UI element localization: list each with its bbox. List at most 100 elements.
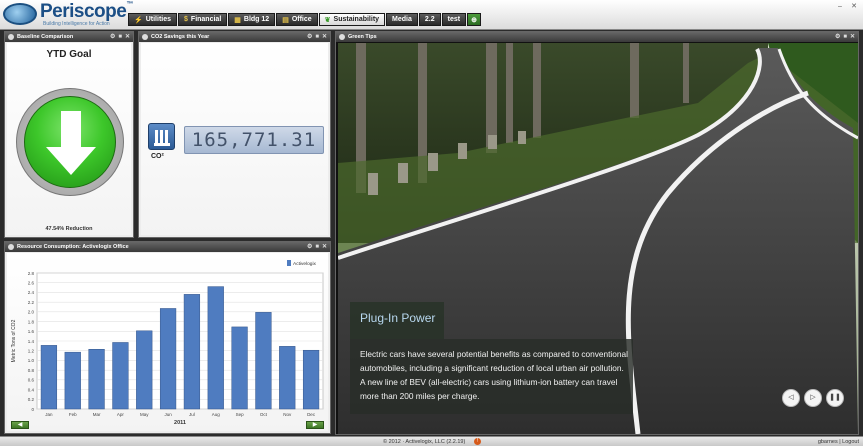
x-tick-label: May <box>140 412 149 417</box>
tip-controls: ◁ ▷ ❚❚ <box>782 389 844 407</box>
legend-swatch <box>287 260 291 266</box>
globe-icon <box>3 3 37 25</box>
y-tick-label: 1.2 <box>28 349 35 354</box>
co2-unit-label: CO² <box>151 153 164 160</box>
pin-icon[interactable]: ■ <box>315 243 319 251</box>
tab-label: Bldg 12 <box>243 16 270 23</box>
tab-label: 2.2 <box>424 16 435 23</box>
close-icon[interactable]: ✕ <box>850 33 855 41</box>
tip-title-box: Plug-In Power <box>350 302 444 339</box>
next-tip-button[interactable]: ▷ <box>804 389 822 407</box>
y-tick-label: 2.8 <box>28 271 35 276</box>
app-tagline: Building Intelligence for Action <box>43 21 110 27</box>
bar-aug <box>207 286 224 410</box>
reduction-percentage: 47.54% Reduction <box>45 226 93 232</box>
resource-consumption-panel: Resource Consumption: Activelogix Office… <box>4 241 331 434</box>
bar-jun <box>159 308 177 410</box>
tip-body-box: Electric cars have several potential ben… <box>350 339 633 414</box>
panel-title-bar[interactable]: CO2 Savings this Year ⚙ ■ ✕ <box>139 32 330 42</box>
bar-mar <box>88 349 105 410</box>
arrow-down-icon <box>46 111 96 175</box>
close-icon[interactable]: ✕ <box>125 33 130 41</box>
tip-title: Plug-In Power <box>360 311 436 325</box>
app-logo[interactable]: Periscope™ Building Intelligence for Act… <box>3 1 133 28</box>
y-tick-label: 0.8 <box>28 368 35 373</box>
bar-nov <box>279 346 296 410</box>
panel-body: CO² 165,771.31 <box>141 43 328 235</box>
panel-icon <box>339 34 345 40</box>
feedback-icon[interactable]: ! <box>474 438 481 445</box>
minimize-icon[interactable]: – <box>835 3 845 11</box>
office-icon: ▤ <box>282 16 289 24</box>
settings-icon[interactable]: ⚙ <box>307 243 312 251</box>
close-icon[interactable]: ✕ <box>322 243 327 251</box>
y-tick-label: 2.0 <box>28 310 35 315</box>
dollar-icon: $ <box>184 16 188 23</box>
tab-office[interactable]: ▤ Office <box>276 13 318 26</box>
y-tick-label: 1.0 <box>28 358 35 363</box>
tab-media[interactable]: Media <box>386 13 418 26</box>
copyright-text: © 2012 · Activelogix, LLC (2.2.19) <box>383 439 466 445</box>
settings-icon[interactable]: ⚙ <box>307 33 312 41</box>
y-axis-label: Metric Tons of CO2 <box>11 319 17 362</box>
building-icon: ▦ <box>234 16 241 24</box>
bar-jan <box>40 345 58 410</box>
add-tab-button[interactable]: ⊕ <box>467 13 481 26</box>
tab-sustainability[interactable]: ❦ Sustainability <box>318 13 386 26</box>
close-icon[interactable]: ✕ <box>849 3 859 11</box>
pin-icon[interactable]: ■ <box>843 33 847 41</box>
panel-icon <box>8 34 14 40</box>
lightning-icon: ⚡ <box>134 16 143 24</box>
x-tick-label: Apr <box>117 412 125 417</box>
pause-button[interactable]: ❚❚ <box>826 389 844 407</box>
y-tick-label: 1.6 <box>28 329 35 334</box>
previous-tip-button[interactable]: ◁ <box>782 389 800 407</box>
x-tick-label: Mar <box>93 412 101 417</box>
window-controls: – ✕ <box>835 3 859 11</box>
y-tick-label: 1.4 <box>28 339 35 344</box>
co2-savings-value: 165,771.31 <box>184 126 324 154</box>
x-tick-label: Nov <box>283 412 292 417</box>
bar-sep <box>231 326 248 410</box>
previous-year-button[interactable]: ◀ <box>11 421 29 429</box>
x-tick-label: Jan <box>45 412 53 417</box>
x-axis-label: 2011 <box>174 420 186 426</box>
y-tick-label: 2.6 <box>28 281 35 286</box>
panel-title-bar[interactable]: Green Tips ⚙ ■ ✕ <box>336 32 858 42</box>
tab-bldg-12[interactable]: ▦ Bldg 12 <box>228 13 276 26</box>
tab-utilities[interactable]: ⚡ Utilities <box>128 13 178 26</box>
user-logout-links[interactable]: gbarnes | Logout <box>818 439 859 445</box>
y-tick-label: 2.4 <box>28 290 35 295</box>
tab-label: Sustainability <box>333 16 380 23</box>
panel-icon <box>142 34 148 40</box>
co2-bar-chart: 0 0.2 0.4 0.6 0.8 1.0 1.2 1.4 1.6 1.8 2.0 2.2 2.4 2.6… <box>11 260 324 426</box>
panel-title-bar[interactable]: Baseline Comparison ⚙ ■ ✕ <box>5 32 133 42</box>
add-icon: ⊕ <box>471 16 477 24</box>
tab-financial[interactable]: $ Financial <box>178 13 228 26</box>
co2-savings-panel: CO2 Savings this Year ⚙ ■ ✕ CO² 165,771.… <box>138 31 331 238</box>
tab-label: Office <box>291 16 312 23</box>
tab-test[interactable]: test <box>441 13 467 26</box>
pin-icon[interactable]: ■ <box>315 33 319 41</box>
settings-icon[interactable]: ⚙ <box>110 33 115 41</box>
panel-title-bar[interactable]: Resource Consumption: Activelogix Office… <box>5 242 330 252</box>
settings-icon[interactable]: ⚙ <box>835 33 840 41</box>
panel-title: Resource Consumption: Activelogix Office <box>17 244 129 250</box>
tab-label: Financial <box>190 16 222 23</box>
x-tick-label: Feb <box>69 412 77 417</box>
bar-oct <box>255 312 272 410</box>
y-tick-label: 1.8 <box>28 319 35 324</box>
tab-2-2[interactable]: 2.2 <box>418 13 441 26</box>
x-tick-label: Aug <box>212 412 221 417</box>
y-tick-label: 0 <box>31 407 34 412</box>
x-tick-label: Oct <box>260 412 268 417</box>
tip-body: Electric cars have several potential ben… <box>360 349 628 401</box>
panel-body: 0 0.2 0.4 0.6 0.8 1.0 1.2 1.4 1.6 1.8 2.0 2.2 2.4 2.6… <box>7 253 328 431</box>
x-tick-label: Jun <box>164 412 172 417</box>
next-year-button[interactable]: ▶ <box>306 421 324 429</box>
y-tick-label: 2.2 <box>28 300 35 305</box>
pin-icon[interactable]: ■ <box>118 33 122 41</box>
panel-title: CO2 Savings this Year <box>151 34 210 40</box>
y-tick-label: 0.6 <box>28 378 35 383</box>
close-icon[interactable]: ✕ <box>322 33 327 41</box>
